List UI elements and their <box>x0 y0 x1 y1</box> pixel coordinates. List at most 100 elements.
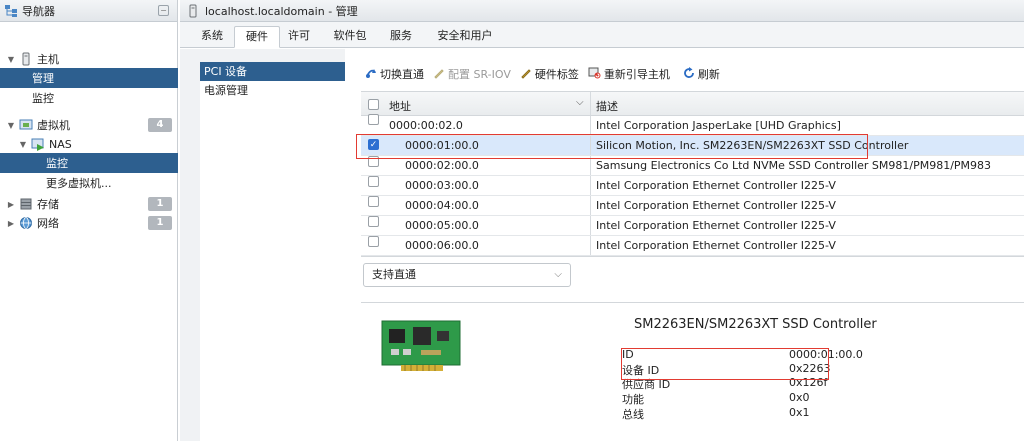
tree-item-label: 存储 <box>37 198 59 211</box>
window-title: localhost.localdomain - 管理 <box>205 4 358 18</box>
hardware-content: PCI 设备 电源管理 切换直通 配置 SR-IOV 硬件标签 重新引导主机 刷… <box>180 49 1024 441</box>
table-row[interactable]: 0000:04:00.0 Intel Corporation Ethernet … <box>361 196 1024 216</box>
detail-value: 0000:01:00.0 <box>789 348 863 361</box>
detail-key: ID <box>622 348 634 361</box>
hardware-label-button[interactable]: 硬件标签 <box>520 66 579 82</box>
tree-item-vms[interactable]: ▼ 虚拟机 4 <box>0 115 178 135</box>
vm-icon <box>19 118 33 132</box>
chevron-down-icon: ⌵ <box>554 269 562 280</box>
row-description: Intel Corporation JasperLake [UHD Graphi… <box>596 119 841 132</box>
tab-license[interactable]: 许可 <box>284 26 314 48</box>
tree-item-label: 虚拟机 <box>37 119 70 132</box>
device-details: SM2263EN/SM2263XT SSD Controller ID 0000… <box>361 302 1024 441</box>
storage-icon <box>19 197 33 211</box>
tree-item-host[interactable]: ▼ 主机 <box>0 49 178 69</box>
table-footer: 支持直通 ⌵ <box>361 256 1024 296</box>
tab-packages[interactable]: 软件包 <box>330 26 370 48</box>
tree-item-label: 主机 <box>37 53 59 66</box>
reboot-host-button[interactable]: 重新引导主机 <box>588 66 670 82</box>
tab-security-users[interactable]: 安全和用户 <box>432 26 498 48</box>
tree-item-label: 监控 <box>46 157 68 170</box>
tree-item-more-vms[interactable]: 更多虚拟机... <box>0 173 178 193</box>
row-checkbox[interactable] <box>368 236 379 247</box>
column-divider <box>590 236 591 255</box>
column-divider <box>590 116 591 135</box>
table-row[interactable]: 0000:05:00.0 Intel Corporation Ethernet … <box>361 216 1024 236</box>
toggle-passthrough-button[interactable]: 切换直通 <box>365 66 424 82</box>
table-row[interactable]: 0000:03:00.0 Intel Corporation Ethernet … <box>361 176 1024 196</box>
table-row[interactable]: 0000:00:02.0 Intel Corporation JasperLak… <box>361 114 1024 136</box>
refresh-label: 刷新 <box>697 68 720 81</box>
network-icon <box>19 216 33 230</box>
row-checkbox[interactable] <box>368 176 379 187</box>
row-description: Intel Corporation Ethernet Controller I2… <box>596 219 836 232</box>
navigator-panel: 导航器 − ▼ 主机 管理 监控 ▼ 虚拟机 4 ▼ NAS 监控 更多虚拟机.… <box>0 0 178 441</box>
select-all-checkbox[interactable] <box>368 99 379 110</box>
toggle-passthrough-icon <box>365 67 377 82</box>
tab-services[interactable]: 服务 <box>386 26 416 48</box>
detail-key: 总线 <box>622 408 644 421</box>
column-divider <box>590 216 591 235</box>
row-address: 0000:06:00.0 <box>405 239 479 252</box>
passthrough-filter-select[interactable]: 支持直通 ⌵ <box>363 263 571 287</box>
tree-item-label: 网络 <box>37 217 59 230</box>
tree-item-manage[interactable]: 管理 <box>0 68 178 88</box>
device-title: SM2263EN/SM2263XT SSD Controller <box>634 317 877 332</box>
column-divider <box>590 196 591 215</box>
toolbar: 切换直通 配置 SR-IOV 硬件标签 重新引导主机 刷新 <box>365 65 729 83</box>
count-badge: 1 <box>148 197 172 211</box>
detail-key: 供应商 ID <box>622 378 671 391</box>
column-header-address[interactable]: 地址 <box>389 98 411 114</box>
table-row[interactable]: 0000:02:00.0 Samsung Electronics Co Ltd … <box>361 156 1024 176</box>
row-address: 0000:05:00.0 <box>405 219 479 232</box>
detail-value: 0x126f <box>789 376 828 389</box>
row-description: Intel Corporation Ethernet Controller I2… <box>596 199 836 212</box>
vm-running-icon <box>31 137 45 151</box>
tree-item-storage[interactable]: ▶ 存储 1 <box>0 194 178 214</box>
tree-item-monitor[interactable]: 监控 <box>0 88 178 108</box>
filter-selected-value: 支持直通 <box>372 268 416 281</box>
column-header-description[interactable]: 描述 <box>596 98 618 114</box>
sort-chevron-icon[interactable]: ⌵ <box>576 97 584 108</box>
row-checkbox[interactable] <box>368 216 379 227</box>
caret-right-icon[interactable]: ▶ <box>6 219 16 228</box>
column-divider <box>590 156 591 175</box>
row-description: Samsung Electronics Co Ltd NVMe SSD Cont… <box>596 159 992 172</box>
refresh-icon <box>683 66 695 82</box>
configure-sriov-button[interactable]: 配置 SR-IOV <box>433 66 511 82</box>
tree-item-network[interactable]: ▶ 网络 1 <box>0 213 178 233</box>
caret-down-icon[interactable]: ▼ <box>6 55 16 64</box>
caret-down-icon[interactable]: ▼ <box>18 140 28 149</box>
caret-right-icon[interactable]: ▶ <box>6 200 16 209</box>
row-description: Intel Corporation Ethernet Controller I2… <box>596 179 836 192</box>
row-address: 0000:01:00.0 <box>405 139 479 152</box>
reboot-host-label: 重新引导主机 <box>603 68 670 81</box>
tree-item-vm-nas[interactable]: ▼ NAS <box>0 134 178 154</box>
row-checkbox-checked[interactable]: ✓ <box>368 139 379 150</box>
hardware-label-label: 硬件标签 <box>534 68 579 81</box>
table-header: 地址 ⌵ 描述 <box>361 91 1024 116</box>
window-header: localhost.localdomain - 管理 <box>180 0 1024 22</box>
menu-pci-devices[interactable]: PCI 设备 <box>200 62 345 81</box>
count-badge: 4 <box>148 118 172 132</box>
count-badge: 1 <box>148 216 172 230</box>
pci-card-image <box>381 319 463 378</box>
detail-value: 0x1 <box>789 406 810 419</box>
row-checkbox[interactable] <box>368 196 379 207</box>
hardware-menu: PCI 设备 电源管理 <box>200 62 345 441</box>
tab-system[interactable]: 系统 <box>192 26 232 48</box>
table-row[interactable]: 0000:06:00.0 Intel Corporation Ethernet … <box>361 236 1024 256</box>
tab-hardware[interactable]: 硬件 <box>234 26 280 48</box>
caret-down-icon[interactable]: ▼ <box>6 121 16 130</box>
detail-value: 0x0 <box>789 391 810 404</box>
menu-power-management[interactable]: 电源管理 <box>200 81 345 100</box>
row-address: 0000:00:02.0 <box>389 119 463 132</box>
table-row-selected[interactable]: ✓ 0000:01:00.0 Silicon Motion, Inc. SM22… <box>361 136 1024 156</box>
navigator-header: 导航器 − <box>0 0 177 22</box>
row-checkbox[interactable] <box>368 114 379 125</box>
tree-item-label: 管理 <box>32 72 54 85</box>
refresh-button[interactable]: 刷新 <box>683 66 720 82</box>
row-checkbox[interactable] <box>368 156 379 167</box>
collapse-panel-icon[interactable]: − <box>158 5 169 16</box>
tree-item-nas-monitor[interactable]: 监控 <box>0 153 178 173</box>
